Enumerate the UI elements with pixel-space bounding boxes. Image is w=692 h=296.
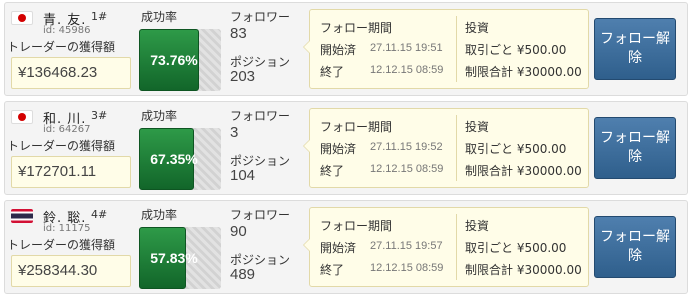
followers-label: フォロワー xyxy=(230,109,291,123)
trader-card: 和. 川. 3# id: 64267 トレーダーの獲得額 ¥172701.11 … xyxy=(4,101,688,195)
thailand-flag-icon xyxy=(11,209,33,223)
trader-id: id: 45986 xyxy=(43,25,91,36)
unfollow-button[interactable]: フォロー解除 xyxy=(594,216,676,278)
follow-details-panel: フォロー期間 開始済 27.11.15 19:57 終了 12.12.15 08… xyxy=(303,207,589,287)
success-rate-value: 57.83% xyxy=(150,250,198,266)
divider xyxy=(456,214,457,280)
start-label: 開始済 xyxy=(320,241,357,255)
invest-title: 投資 xyxy=(465,219,490,233)
unfollow-button[interactable]: フォロー解除 xyxy=(594,117,676,179)
follow-period-title: フォロー期間 xyxy=(320,21,393,35)
japan-flag-icon xyxy=(11,110,33,124)
earnings-value: ¥258344.30 xyxy=(11,255,131,287)
follow-details-panel: フォロー期間 開始済 27.11.15 19:51 終了 12.12.15 08… xyxy=(303,9,589,89)
per-trade-amount: 取引ごと ¥500.00 xyxy=(465,43,567,57)
success-rate-bar: 57.83% xyxy=(139,227,221,289)
earnings-label: トレーダーの獲得額 xyxy=(7,139,116,153)
end-label: 終了 xyxy=(320,164,345,178)
positions-count: 104 xyxy=(230,167,256,184)
limit-total: 制限合計 ¥30000.00 xyxy=(465,164,582,178)
trader-id: id: 64267 xyxy=(43,124,91,135)
earnings-label: トレーダーの獲得額 xyxy=(7,40,116,54)
start-date: 27.11.15 19:57 xyxy=(370,240,443,252)
follow-period-title: フォロー期間 xyxy=(320,120,393,134)
success-rate-label: 成功率 xyxy=(141,109,178,123)
start-label: 開始済 xyxy=(320,43,357,57)
success-rate-value: 67.35% xyxy=(150,151,198,167)
earnings-value: ¥172701.11 xyxy=(11,156,131,188)
followers-label: フォロワー xyxy=(230,208,291,222)
followers-count: 90 xyxy=(230,223,247,240)
divider xyxy=(456,115,457,181)
trader-card: 青. 友. 1# id: 45986 トレーダーの獲得額 ¥136468.23 … xyxy=(4,2,688,96)
end-label: 終了 xyxy=(320,263,345,277)
success-rate-bar: 67.35% xyxy=(139,128,221,190)
trader-id: id: 11175 xyxy=(43,223,91,234)
positions-count: 489 xyxy=(230,266,256,283)
invest-title: 投資 xyxy=(465,120,490,134)
earnings-label: トレーダーの獲得額 xyxy=(7,238,116,252)
earnings-value: ¥136468.23 xyxy=(11,57,131,89)
limit-total: 制限合計 ¥30000.00 xyxy=(465,263,582,277)
unfollow-button[interactable]: フォロー解除 xyxy=(594,18,676,80)
start-date: 27.11.15 19:51 xyxy=(370,42,443,54)
positions-count: 203 xyxy=(230,68,256,85)
end-date: 12.12.15 08:59 xyxy=(370,64,444,76)
start-date: 27.11.15 19:52 xyxy=(370,141,443,153)
end-label: 終了 xyxy=(320,65,345,79)
per-trade-amount: 取引ごと ¥500.00 xyxy=(465,142,567,156)
per-trade-amount: 取引ごと ¥500.00 xyxy=(465,241,567,255)
limit-total: 制限合計 ¥30000.00 xyxy=(465,65,582,79)
followers-count: 83 xyxy=(230,25,247,42)
trader-rank: 4# xyxy=(91,208,108,221)
start-label: 開始済 xyxy=(320,142,357,156)
end-date: 12.12.15 08:59 xyxy=(370,262,444,274)
success-rate-bar: 73.76% xyxy=(139,29,221,91)
success-rate-label: 成功率 xyxy=(141,10,178,24)
trader-rank: 3# xyxy=(91,109,108,122)
trader-rank: 1# xyxy=(91,10,108,23)
success-rate-value: 73.76% xyxy=(150,52,198,68)
followers-count: 3 xyxy=(230,124,239,141)
invest-title: 投資 xyxy=(465,21,490,35)
followers-label: フォロワー xyxy=(230,10,291,24)
follow-period-title: フォロー期間 xyxy=(320,219,393,233)
trader-card: 鈴. 聡. 4# id: 11175 トレーダーの獲得額 ¥258344.30 … xyxy=(4,200,688,294)
follow-details-panel: フォロー期間 開始済 27.11.15 19:52 終了 12.12.15 08… xyxy=(303,108,589,188)
divider xyxy=(456,16,457,82)
japan-flag-icon xyxy=(11,11,33,25)
success-rate-label: 成功率 xyxy=(141,208,178,222)
end-date: 12.12.15 08:59 xyxy=(370,163,444,175)
